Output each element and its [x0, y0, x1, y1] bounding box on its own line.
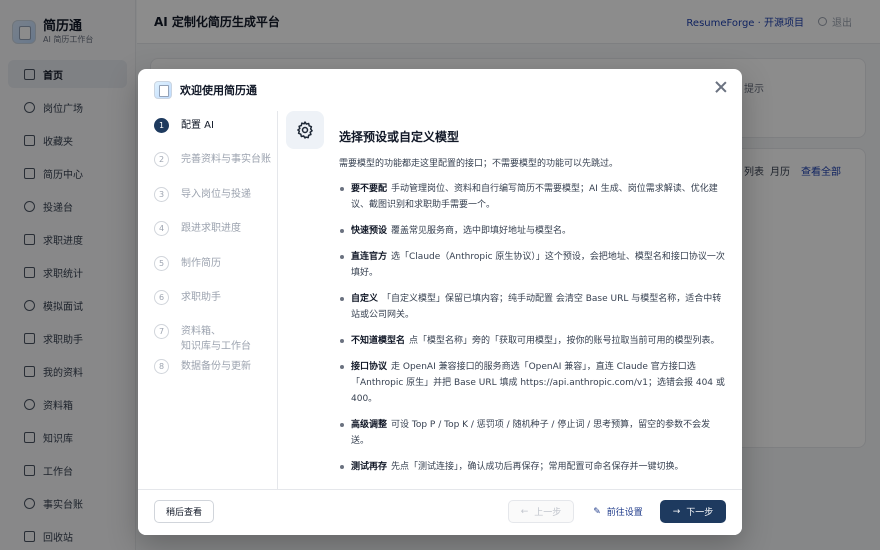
content-intro: 需要模型的功能都走这里配置的接口；不需要模型的功能可以先跳过。 [339, 159, 619, 169]
tip-text: 「自定义模型」保留已填内容；纯手动配置 会清空 Base URL 与模型名称，适… [351, 294, 722, 320]
next-label: 下一步 [686, 508, 714, 518]
tip-text: 点「模型名称」旁的「获取可用模型」，按你的账号拉取当前可用的模型列表。 [409, 336, 720, 346]
previous-button[interactable]: ← 上一步 [508, 500, 574, 523]
tip-heading: 接口协议 [351, 362, 388, 372]
step-item[interactable]: 2 完善资料与事实台账 [154, 152, 271, 167]
step-item[interactable]: 1 配置 AI [154, 118, 214, 133]
step-item[interactable]: 7 资料箱、 知识库与工作台 [154, 324, 251, 354]
close-icon[interactable] [714, 80, 728, 94]
tip-heading: 要不要配 [351, 184, 388, 194]
step-item[interactable]: 5 制作简历 [154, 256, 221, 271]
go-to-settings-label: 前往设置 [606, 508, 643, 518]
tip-item: 快速预设 覆盖常见服务商，选中即填好地址与模型名。 [339, 223, 727, 239]
dialog-footer: 稍后查看 ← 上一步 ✎ 前往设置 → 下一步 [138, 489, 742, 535]
tip-text: 覆盖常见服务商，选中即填好地址与模型名。 [391, 226, 572, 236]
step-label: 导入岗位与投递 [181, 189, 251, 200]
step-label: 求职助手 [181, 292, 221, 303]
tip-heading: 自定义 [351, 294, 379, 304]
step-number: 1 [154, 118, 169, 133]
tip-item: 要不要配 手动管理岗位、资料和自行编写简历不需要模型；AI 生成、岗位需求解读、优… [339, 181, 727, 213]
step-number: 4 [154, 221, 169, 236]
onboarding-steps: 1 配置 AI 2 完善资料与事实台账 3 导入岗位与投递 4 跟进求职进度 5 制作简历 6 求职助… [138, 111, 278, 489]
step-number: 5 [154, 256, 169, 271]
content-title: 选择预设或自定义模型 [339, 130, 460, 144]
step-label: 制作简历 [181, 258, 221, 269]
step-label: 配置 AI [181, 120, 214, 131]
step-item[interactable]: 8 数据备份与更新 [154, 359, 251, 374]
step-number: 3 [154, 187, 169, 202]
gear-icon [286, 111, 324, 149]
step-label: 完善资料与事实台账 [181, 154, 271, 165]
tip-heading: 测试再存 [351, 462, 388, 472]
dialog-logo-icon [154, 81, 172, 99]
edit-icon: ✎ [593, 506, 601, 517]
step-number: 8 [154, 359, 169, 374]
tip-item: 直连官方 选「Claude（Anthropic 原生协议）」这个预设，会把地址、模… [339, 249, 727, 281]
next-button[interactable]: → 下一步 [660, 500, 726, 523]
tip-heading: 直连官方 [351, 252, 388, 262]
previous-label: 上一步 [534, 508, 562, 518]
tip-heading: 不知道模型名 [351, 336, 406, 346]
dialog-header: 欢迎使用简历通 [138, 69, 742, 111]
step-label: 跟进求职进度 [181, 223, 241, 234]
tip-heading: 快速预设 [351, 226, 388, 236]
step-number: 7 [154, 324, 169, 339]
dialog-title: 欢迎使用简历通 [180, 84, 257, 97]
tip-text: 可设 Top P / Top K / 惩罚项 / 随机种子 / 停止词 / 思考… [351, 420, 711, 446]
step-label: 资料箱、 知识库与工作台 [181, 326, 251, 352]
tip-text: 选「Claude（Anthropic 原生协议）」这个预设，会把地址、模型名和接… [351, 252, 725, 278]
tip-text: 走 OpenAI 兼容接口的服务商选「OpenAI 兼容」，直连 Claude … [351, 362, 725, 404]
tips-list: 要不要配 手动管理岗位、资料和自行编写简历不需要模型；AI 生成、岗位需求解读、优… [339, 181, 727, 485]
tip-heading: 高级调整 [351, 420, 388, 430]
tip-text: 先点「测试连接」，确认成功后再保存；常用配置可命名保存并一键切换。 [391, 462, 684, 472]
arrow-right-icon: → [672, 506, 681, 517]
arrow-left-icon: ← [520, 506, 529, 517]
welcome-dialog: 欢迎使用简历通 1 配置 AI 2 完善资料与事实台账 3 导入岗位与投递 4 跟进求职进度 5… [138, 69, 742, 535]
step-label: 数据备份与更新 [181, 361, 251, 372]
tip-item: 接口协议走 OpenAI 兼容接口的服务商选「OpenAI 兼容」，直连 Cla… [339, 359, 727, 407]
tip-text: 手动管理岗位、资料和自行编写简历不需要模型；AI 生成、岗位需求解读、优化建议、… [351, 184, 718, 210]
step-item[interactable]: 3 导入岗位与投递 [154, 187, 251, 202]
step-item[interactable]: 4 跟进求职进度 [154, 221, 241, 236]
step-number: 6 [154, 290, 169, 305]
tip-item: 不知道模型名 点「模型名称」旁的「获取可用模型」，按你的账号拉取当前可用的模型列表… [339, 333, 727, 349]
step-content: 选择预设或自定义模型 需要模型的功能都走这里配置的接口；不需要模型的功能可以先跳… [286, 111, 732, 489]
tip-item: 高级调整 可设 Top P / Top K / 惩罚项 / 随机种子 / 停止词 … [339, 417, 727, 449]
step-item[interactable]: 6 求职助手 [154, 290, 221, 305]
later-button[interactable]: 稍后查看 [154, 500, 214, 523]
go-to-settings-button[interactable]: ✎ 前往设置 [586, 500, 650, 523]
tip-item: 自定义 「自定义模型」保留已填内容；纯手动配置 会清空 Base URL 与模型名… [339, 291, 727, 323]
step-number: 2 [154, 152, 169, 167]
tip-item: 测试再存 先点「测试连接」，确认成功后再保存；常用配置可命名保存并一键切换。 [339, 459, 727, 475]
